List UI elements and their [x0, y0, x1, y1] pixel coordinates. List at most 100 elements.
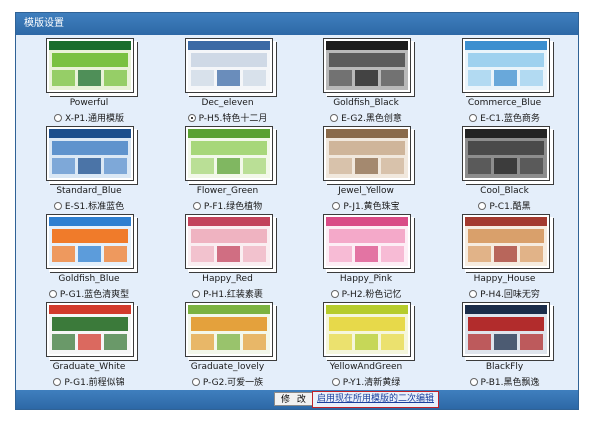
template-name: Standard_Blue [56, 186, 122, 196]
template-name: YellowAndGreen [329, 362, 403, 372]
template-radio[interactable] [53, 378, 62, 386]
preview-block [52, 158, 75, 174]
preview-block [381, 158, 404, 174]
template-radio[interactable] [331, 378, 340, 386]
template-radio[interactable] [478, 202, 487, 210]
template-name: Flower_Green [196, 186, 259, 196]
preview-block [78, 158, 101, 174]
template-option[interactable]: P-B1.黑色飘逸 [436, 375, 574, 388]
template-preview-image [464, 129, 547, 178]
preview-banner [329, 141, 405, 155]
preview-block [190, 246, 214, 262]
template-thumbnail[interactable] [461, 38, 550, 93]
template-radio[interactable] [332, 202, 341, 210]
template-thumbnail[interactable] [461, 214, 550, 269]
preview-banner [467, 53, 544, 67]
template-thumbnail[interactable] [46, 302, 134, 357]
template-preview-image [187, 305, 270, 354]
template-preview-image [187, 217, 270, 266]
template-radio[interactable] [469, 290, 478, 298]
template-name: Cool_Black [480, 186, 529, 196]
template-thumbnail[interactable] [461, 302, 550, 357]
enable-secondary-edit-link[interactable]: 启用现在所用模版的二次编辑 [312, 391, 440, 408]
template-option-label: E-S1.标准蓝色 [64, 202, 125, 212]
preview-header [326, 41, 408, 50]
preview-header [49, 217, 131, 226]
template-thumbnail[interactable] [184, 126, 273, 181]
template-option[interactable]: P-H2.粉色记忆 [297, 287, 435, 300]
template-option[interactable]: P-F1.绿色植物 [159, 199, 297, 212]
template-radio[interactable] [469, 378, 478, 386]
template-radio[interactable] [54, 114, 62, 122]
template-option[interactable]: E-C1.蓝色商务 [436, 111, 574, 124]
template-option[interactable]: E-S1.标准蓝色 [20, 199, 158, 212]
preview-header [464, 129, 547, 138]
template-radio[interactable] [330, 114, 339, 122]
template-preview-image [49, 217, 131, 266]
template-option[interactable]: P-G2.可爱一族 [159, 375, 297, 388]
template-option[interactable]: P-H4.回味无穷 [436, 287, 574, 300]
panel-title: 模版设置 [16, 13, 578, 35]
template-thumbnail[interactable] [46, 38, 134, 93]
template-preview-image [464, 41, 547, 90]
template-option[interactable]: P-H1.红装素裹 [159, 287, 297, 300]
template-settings-panel: 模版设置 Powerful X-P1.通用模版 Dec_eleven P-H5.特色十… [15, 12, 579, 410]
preview-block [519, 334, 543, 350]
template-thumbnail[interactable] [323, 38, 411, 93]
template-thumbnail[interactable] [323, 214, 411, 269]
template-name: Happy_House [473, 274, 536, 284]
template-card: Happy_Red P-H1.红装素裹 [159, 214, 298, 302]
template-thumbnail[interactable] [46, 126, 134, 181]
preview-header [187, 129, 270, 138]
edit-button[interactable]: 修 改 [274, 392, 315, 406]
template-radio[interactable] [187, 114, 196, 122]
preview-block [467, 70, 491, 86]
template-option[interactable]: P-H5.特色十二月 [159, 111, 297, 124]
template-option[interactable]: E-G2.黑色创意 [297, 111, 435, 124]
preview-block [216, 246, 240, 262]
template-thumbnail[interactable] [184, 214, 273, 269]
preview-block [104, 246, 127, 262]
template-name: Jewel_Yellow [338, 186, 394, 196]
preview-block [242, 246, 266, 262]
template-radio[interactable] [330, 290, 339, 298]
preview-block [242, 158, 266, 174]
template-option[interactable]: X-P1.通用模版 [20, 111, 158, 124]
template-preview-image [49, 41, 131, 90]
preview-block [519, 70, 543, 86]
preview-block [467, 334, 491, 350]
preview-banner [190, 229, 267, 243]
template-radio[interactable] [191, 378, 200, 386]
template-thumbnail[interactable] [323, 302, 411, 357]
preview-block [493, 70, 517, 86]
template-option[interactable]: P-Y1.清新黄绿 [297, 375, 435, 388]
template-radio[interactable] [192, 290, 201, 298]
template-radio[interactable] [48, 290, 57, 298]
preview-block [216, 158, 240, 174]
template-thumbnail[interactable] [184, 302, 273, 357]
template-radio[interactable] [192, 202, 201, 210]
template-thumbnail[interactable] [323, 126, 411, 181]
preview-banner [52, 141, 128, 155]
template-thumbnail[interactable] [461, 126, 550, 181]
template-radio[interactable] [53, 202, 62, 210]
preview-banner [190, 53, 267, 67]
template-card: Happy_House P-H4.回味无穷 [436, 214, 575, 302]
preview-header [49, 41, 131, 50]
preview-block [381, 246, 404, 262]
template-option[interactable]: P-G1.蓝色清爽型 [20, 287, 158, 300]
template-preview-image [187, 41, 270, 90]
template-thumbnail[interactable] [184, 38, 273, 93]
template-option[interactable]: P-C1.酷黑 [436, 199, 574, 212]
template-card: Goldfish_Blue P-G1.蓝色清爽型 [20, 214, 159, 302]
template-card: BlackFly P-B1.黑色飘逸 [436, 302, 575, 390]
template-option[interactable]: P-J1.黄色珠宝 [297, 199, 435, 212]
preview-block [329, 334, 352, 350]
template-radio[interactable] [469, 114, 478, 122]
preview-block [329, 158, 352, 174]
template-thumbnail[interactable] [46, 214, 134, 269]
preview-banner [190, 317, 267, 331]
template-card: Commerce_Blue E-C1.蓝色商务 [436, 38, 575, 126]
preview-header [326, 129, 408, 138]
template-option[interactable]: P-G1.前程似锦 [20, 375, 158, 388]
